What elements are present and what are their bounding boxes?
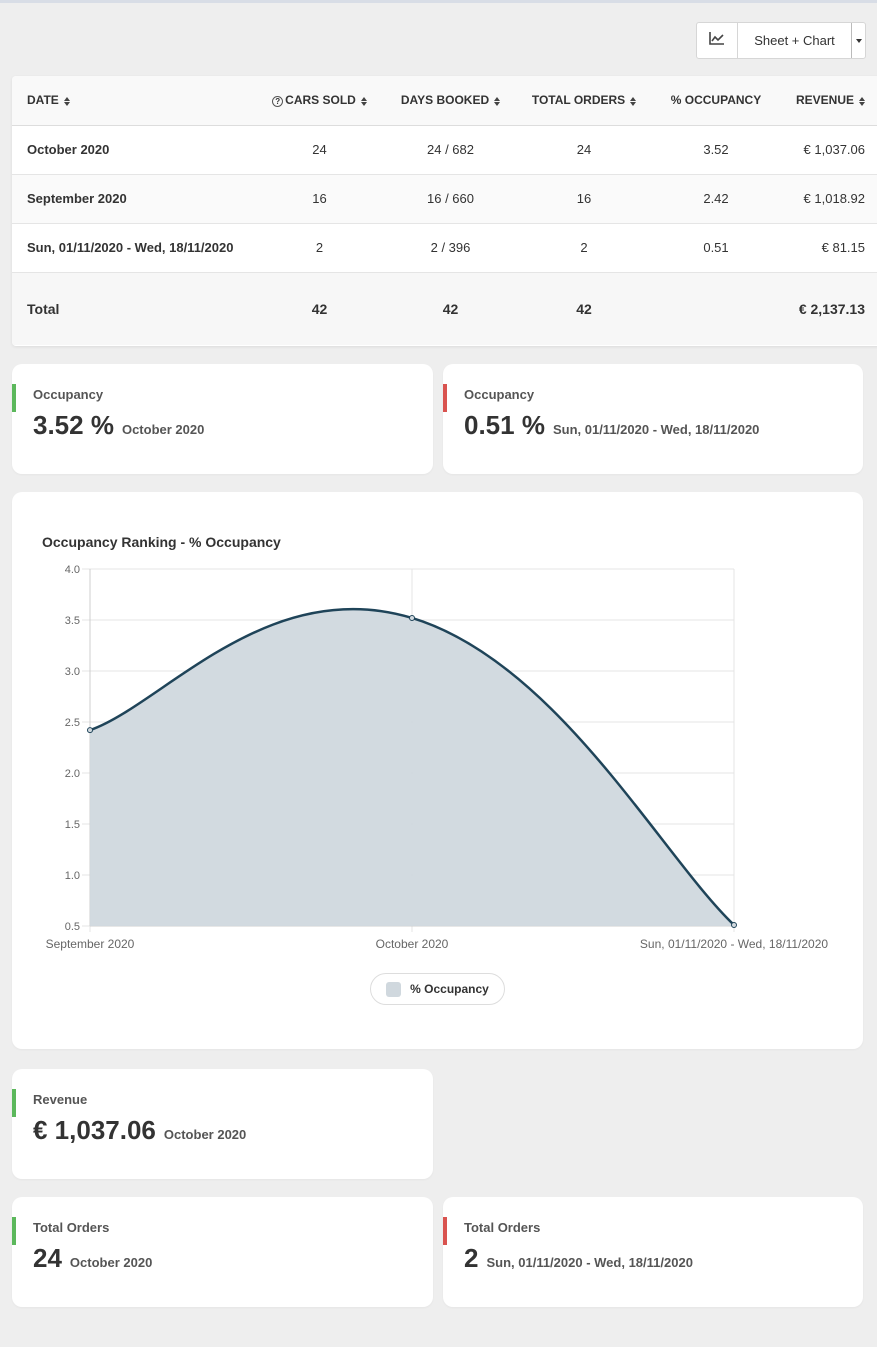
chart-card: Occupancy Ranking - % Occupancy 0.5 1.0 1.… (12, 492, 863, 1049)
occupancy-best-card: Occupancy 3.52 % October 2020 (12, 364, 433, 474)
cell-total-cars-sold: 42 (265, 272, 374, 345)
cell-total-orders: 2 (527, 223, 641, 273)
x-tick-label: September 2020 (46, 937, 135, 951)
occupancy-chart: 0.5 1.0 1.5 2.0 2.5 3.0 3.5 4.0 September 2020 Oc… (46, 564, 829, 951)
cell-occupancy: 3.52 (641, 125, 791, 175)
caret-down-icon (855, 38, 862, 43)
card-title: Revenue (33, 1092, 88, 1107)
status-bar-worst (443, 1217, 447, 1245)
cell-occupancy: 2.42 (641, 174, 791, 224)
cell-total-label: Total (12, 272, 265, 345)
column-header-total-orders[interactable]: TOTAL ORDERS (527, 76, 641, 126)
sort-icon (630, 96, 637, 106)
column-header-occupancy: % OCCUPANCY (641, 76, 791, 126)
status-bar-best (12, 384, 16, 412)
cell-date: October 2020 (12, 125, 265, 175)
card-value: 0.51 % (464, 410, 545, 440)
column-header-revenue[interactable]: REVENUE (791, 76, 877, 126)
y-tick-label: 3.0 (65, 666, 80, 678)
table-row: September 2020 16 16 / 660 16 2.42 € 1,0… (12, 174, 877, 224)
data-point (87, 727, 93, 734)
card-title: Total Orders (464, 1220, 541, 1235)
y-tick-label: 2.0 (65, 768, 80, 780)
y-tick-label: 1.0 (65, 870, 80, 882)
cell-total-revenue: € 2,137.13 (791, 272, 877, 345)
cell-occupancy: 0.51 (641, 223, 791, 273)
cell-days-booked: 16 / 660 (374, 174, 527, 224)
sort-icon (63, 96, 70, 106)
report-table: DATE ? CARS SOLD DAYS BOOKED TOTAL ORDERS… (12, 76, 877, 345)
card-title: Occupancy (33, 387, 104, 402)
y-tick-label: 1.5 (65, 819, 80, 831)
column-header-days-booked[interactable]: DAYS BOOKED (374, 76, 527, 126)
card-value: 3.52 % (33, 410, 114, 440)
column-header-date[interactable]: DATE (12, 76, 265, 126)
cell-revenue: € 81.15 (791, 223, 877, 273)
cell-cars-sold: 16 (265, 174, 374, 224)
card-period: Sun, 01/11/2020 - Wed, 18/11/2020 (486, 1255, 693, 1270)
card-value: € 1,037.06 (33, 1115, 156, 1145)
y-tick-label: 0.5 (65, 921, 80, 933)
card-title: Occupancy (464, 387, 535, 402)
sort-icon (360, 96, 367, 106)
cell-days-booked: 24 / 682 (374, 125, 527, 175)
legend-swatch (386, 981, 402, 997)
status-bar-worst (443, 384, 447, 412)
series-area (90, 609, 734, 926)
cell-total-occupancy (641, 272, 791, 345)
line-chart-icon (709, 31, 725, 50)
view-mode-dropdown[interactable] (851, 23, 865, 58)
chart-view-button[interactable] (697, 23, 738, 58)
view-mode-toggle: Sheet + Chart (696, 22, 866, 59)
table-header-row: DATE ? CARS SOLD DAYS BOOKED TOTAL ORDERS… (12, 76, 877, 126)
status-bar-best (12, 1089, 16, 1117)
card-value: 2 (464, 1243, 479, 1273)
x-tick-label: Sun, 01/11/2020 - Wed, 18/11/2020 (640, 937, 828, 951)
y-tick-label: 4.0 (65, 564, 80, 576)
legend-label: % Occupancy (410, 982, 489, 996)
card-period: October 2020 (163, 1127, 247, 1142)
table-row: October 2020 24 24 / 682 24 3.52 € 1,037… (12, 125, 877, 175)
card-period: October 2020 (69, 1255, 153, 1270)
data-point (409, 614, 415, 621)
data-point (731, 921, 737, 928)
cell-cars-sold: 24 (265, 125, 374, 175)
card-title: Total Orders (33, 1220, 110, 1235)
cell-total-orders: 16 (527, 174, 641, 224)
orders-worst-card: Total Orders 2 Sun, 01/11/2020 - Wed, 18… (443, 1197, 863, 1307)
cell-total-days-booked: 42 (374, 272, 527, 345)
table-total-row: Total 42 42 42 € 2,137.13 (12, 272, 877, 345)
cell-date: September 2020 (12, 174, 265, 224)
help-icon[interactable]: ? (272, 95, 284, 107)
column-header-cars-sold[interactable]: ? CARS SOLD (265, 76, 374, 126)
status-bar-best (12, 1217, 16, 1245)
sort-icon (494, 96, 501, 106)
cell-date: Sun, 01/11/2020 - Wed, 18/11/2020 (12, 223, 265, 273)
cell-cars-sold: 2 (265, 223, 374, 273)
cell-total-orders: 24 (527, 125, 641, 175)
y-tick-label: 2.5 (65, 717, 80, 729)
view-mode-button[interactable]: Sheet + Chart (738, 23, 851, 58)
revenue-best-card: Revenue € 1,037.06 October 2020 (12, 1069, 433, 1179)
chart-title: Occupancy Ranking - % Occupancy (42, 534, 281, 550)
chart-legend-item[interactable]: % Occupancy (370, 973, 505, 1005)
card-period: Sun, 01/11/2020 - Wed, 18/11/2020 (552, 422, 760, 437)
table-row: Sun, 01/11/2020 - Wed, 18/11/2020 2 2 / … (12, 223, 877, 273)
card-value: 24 (33, 1243, 62, 1273)
cell-revenue: € 1,018.92 (791, 174, 877, 224)
cell-days-booked: 2 / 396 (374, 223, 527, 273)
orders-best-card: Total Orders 24 October 2020 (12, 1197, 433, 1307)
occupancy-worst-card: Occupancy 0.51 % Sun, 01/11/2020 - Wed, … (443, 364, 863, 474)
report-table-card: DATE ? CARS SOLD DAYS BOOKED TOTAL ORDERS… (12, 76, 877, 346)
x-tick-label: October 2020 (376, 937, 449, 951)
cell-total-orders: 42 (527, 272, 641, 345)
sort-icon (859, 96, 865, 106)
card-period: October 2020 (121, 422, 205, 437)
cell-revenue: € 1,037.06 (791, 125, 877, 175)
y-tick-label: 3.5 (65, 615, 80, 627)
